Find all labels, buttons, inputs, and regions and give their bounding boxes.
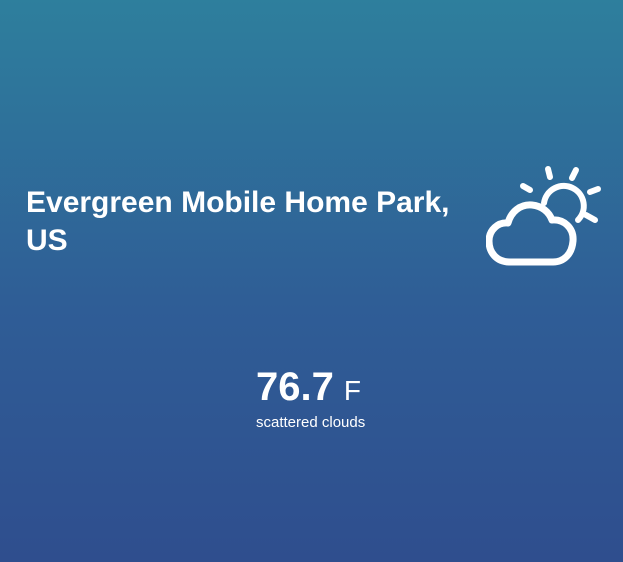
partly-cloudy-day-icon <box>486 162 606 272</box>
weather-widget: Evergreen Mobile Home Park, US 76.7 F sc… <box>0 0 623 562</box>
weather-condition: scattered clouds <box>256 414 366 431</box>
temperature-value: 76.7 <box>256 365 334 409</box>
location-name: Evergreen Mobile Home Park, US <box>26 186 450 257</box>
temperature-line: 76.7 F <box>256 364 456 410</box>
temperature-block: 76.7 F scattered clouds <box>256 364 456 431</box>
temperature-unit: F <box>343 375 361 406</box>
